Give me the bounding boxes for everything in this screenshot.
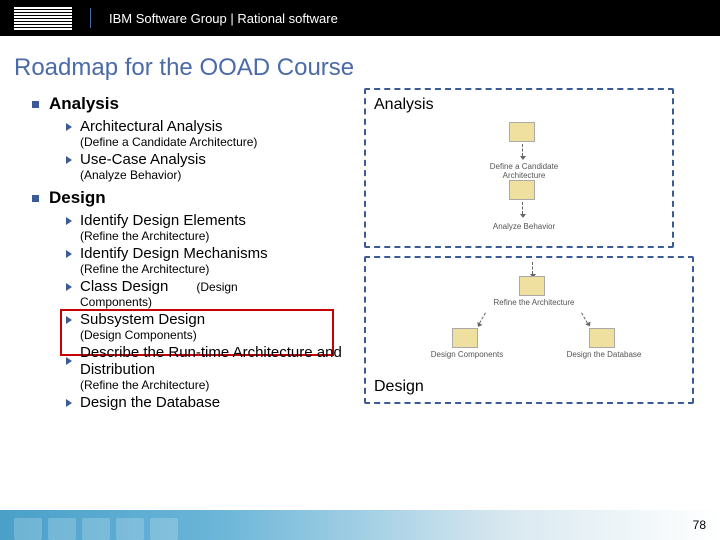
footer-icon <box>48 518 76 540</box>
diagram-analysis-box: Analysis Define a Candidate Architecture… <box>364 88 674 248</box>
item-design-database: Design the Database <box>66 394 354 411</box>
bullet-triangle-icon <box>66 316 72 324</box>
item-identify-design-elements: Identify Design Elements (Refine the Arc… <box>66 212 354 243</box>
diagram-column: Analysis Define a Candidate Architecture… <box>354 88 706 411</box>
activity-icon <box>519 276 545 296</box>
item-title-text: Identify Design Elements <box>80 212 246 229</box>
section-design: Design <box>32 188 354 208</box>
footer-icon <box>150 518 178 540</box>
item-sub-text: (Analyze Behavior) <box>80 168 354 182</box>
diagram-node-label: Refine the Architecture <box>479 298 589 307</box>
item-title-text: Identify Design Mechanisms <box>80 245 268 262</box>
diagram-design-box: Refine the Architecture Design Component… <box>364 256 694 404</box>
bullet-triangle-icon <box>66 156 72 164</box>
diagram-box-label: Analysis <box>374 96 664 114</box>
diagram-node-label: Define a Candidate Architecture <box>469 162 579 180</box>
item-use-case-analysis: Use-Case Analysis (Analyze Behavior) <box>66 151 354 182</box>
slide-footer: 78 <box>0 510 720 540</box>
footer-decorative-icons <box>14 510 178 540</box>
item-sub-text: (Refine the Architecture) <box>80 378 354 392</box>
page-number: 78 <box>693 518 706 532</box>
footer-icon <box>82 518 110 540</box>
header-divider <box>90 8 91 28</box>
outline-column: Analysis Architectural Analysis (Define … <box>14 88 354 411</box>
activity-icon <box>452 328 478 348</box>
item-sub-text: (Refine the Architecture) <box>80 262 354 276</box>
item-title-text: Use-Case Analysis <box>80 151 206 168</box>
activity-icon <box>509 180 535 200</box>
item-title-text: Design the Database <box>80 394 220 411</box>
bullet-square-icon <box>32 101 39 108</box>
bullet-triangle-icon <box>66 217 72 225</box>
bullet-triangle-icon <box>66 123 72 131</box>
item-identify-design-mechanisms: Identify Design Mechanisms (Refine the A… <box>66 245 354 276</box>
content-area: Analysis Architectural Analysis (Define … <box>0 88 720 411</box>
section-analysis: Analysis <box>32 94 354 114</box>
diagram-node-label: Design Components <box>412 350 522 359</box>
item-describe-runtime: Describe the Run-time Architecture and D… <box>66 344 354 392</box>
section-heading: Analysis <box>49 94 119 114</box>
item-sub-text: Components) <box>80 295 354 309</box>
footer-icon <box>116 518 144 540</box>
diagram-node-label: Design the Database <box>549 350 659 359</box>
item-title-text: Subsystem Design <box>80 311 205 328</box>
slide-header: IBM Software Group | Rational software <box>0 0 720 36</box>
item-sub-text: (Refine the Architecture) <box>80 229 354 243</box>
bullet-triangle-icon <box>66 283 72 291</box>
diagram-box-label: Design <box>374 378 424 396</box>
slide-title: Roadmap for the OOAD Course <box>0 36 720 88</box>
footer-icon <box>14 518 42 540</box>
bullet-triangle-icon <box>66 399 72 407</box>
section-heading: Design <box>49 188 106 208</box>
item-sub-text: (Define a Candidate Architecture) <box>80 135 354 149</box>
item-architectural-analysis: Architectural Analysis (Define a Candida… <box>66 118 354 149</box>
item-title-text: Architectural Analysis <box>80 118 223 135</box>
item-subsystem-design: Subsystem Design (Design Components) <box>66 311 354 342</box>
bullet-square-icon <box>32 195 39 202</box>
diagram-node-label: Analyze Behavior <box>469 222 579 231</box>
activity-icon <box>509 122 535 142</box>
activity-icon <box>589 328 615 348</box>
item-sub-text: (Design Components) <box>80 328 354 342</box>
item-class-design: Class Design (Design Components) <box>66 278 354 309</box>
item-inline-sub: (Design <box>196 280 237 294</box>
item-title-text: Class Design <box>80 278 168 295</box>
header-title: IBM Software Group | Rational software <box>109 11 338 26</box>
item-title-text: Describe the Run-time Architecture and D… <box>80 344 354 378</box>
bullet-triangle-icon <box>66 250 72 258</box>
bullet-triangle-icon <box>66 357 72 365</box>
ibm-logo <box>14 7 72 30</box>
